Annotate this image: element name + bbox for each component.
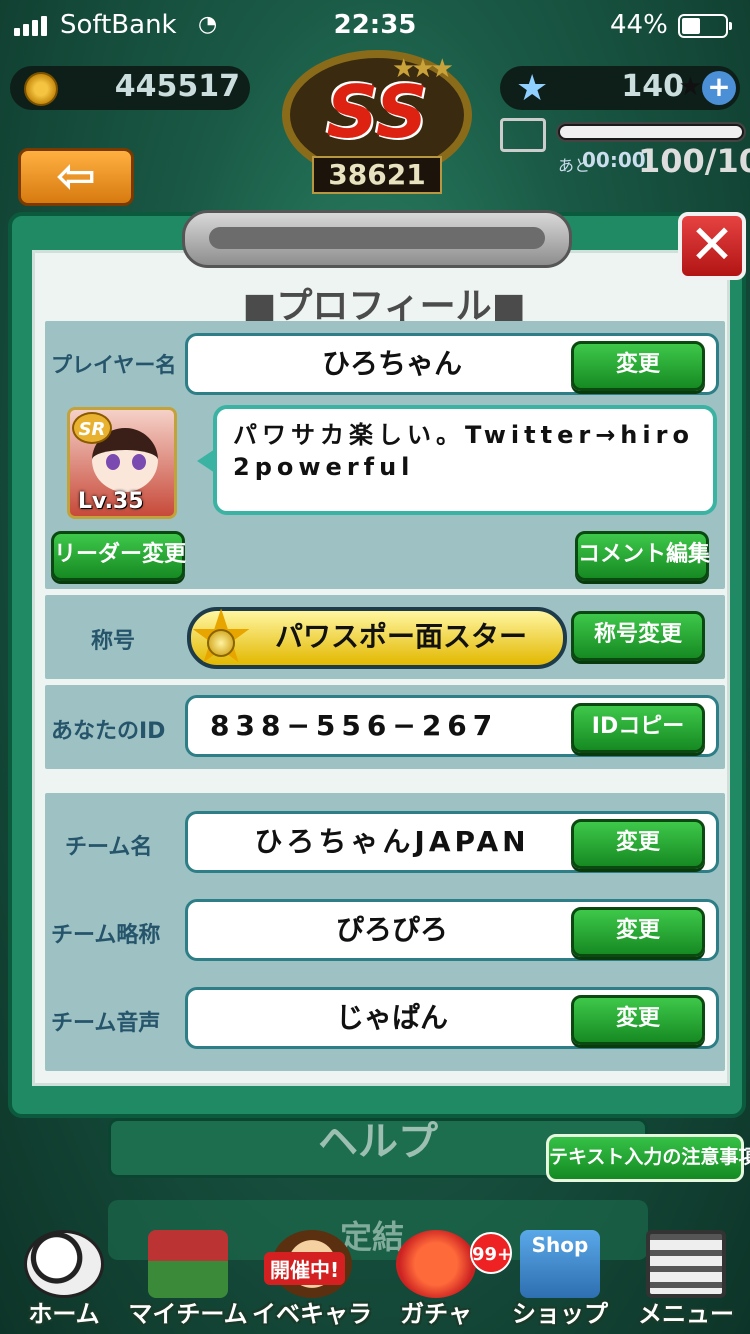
nav-my-team-label: マイチーム: [128, 1300, 248, 1328]
clipboard-clip: [182, 210, 572, 268]
stamina-icon: [500, 118, 546, 152]
shop-icon: Shop: [520, 1230, 600, 1298]
rank-label: SS: [326, 70, 428, 154]
change-team-name-button[interactable]: 変更: [571, 819, 705, 869]
nav-gacha-label: ガチャ: [400, 1300, 472, 1328]
change-player-name-button[interactable]: 変更: [571, 341, 705, 391]
back-arrow-button[interactable]: ⇦: [18, 148, 134, 206]
team-icon: [148, 1230, 228, 1298]
coin-value: 445517: [114, 69, 240, 104]
title-label: 称号: [91, 629, 136, 654]
profile-modal: ■プロフィール■ プレイヤー名 ひろちゃん 変更 SR Lv.35 パワサカ楽し…: [8, 210, 746, 1118]
player-profile-section: プレイヤー名 ひろちゃん 変更 SR Lv.35 パワサカ楽しい。Twitter…: [45, 321, 725, 589]
leader-avatar[interactable]: SR Lv.35: [67, 407, 177, 519]
title-value: パワスポー面スター: [275, 620, 528, 653]
character-eye: [106, 454, 120, 470]
star-value: 140: [621, 69, 684, 104]
change-title-button[interactable]: 称号変更: [571, 611, 705, 661]
text-input-notice-button[interactable]: テキスト入力の注意事項: [546, 1134, 750, 1182]
stamina-timer: 00:00: [582, 148, 646, 172]
user-id-label: あなたのID: [51, 719, 166, 744]
nav-event-characters-label: イベキャラ: [252, 1300, 372, 1328]
team-name-label: チーム名: [65, 835, 153, 860]
user-id-section: あなたのID 838−556−267 IDコピー: [45, 685, 725, 769]
add-stars-button[interactable]: +: [702, 71, 736, 105]
soccer-ball-icon: [24, 1230, 104, 1298]
coin-counter: 445517: [10, 66, 250, 110]
dark-star-icon: ★: [678, 72, 702, 102]
gacha-count-badge: 99+: [470, 1232, 512, 1274]
rank-score: 38621: [312, 156, 442, 194]
change-team-short-name-button[interactable]: 変更: [571, 907, 705, 957]
user-id-value: 838−556−267: [210, 709, 499, 742]
menu-icon: [646, 1230, 726, 1298]
coin-icon: [24, 72, 58, 106]
stamina-panel: あと 00:00 100/100: [500, 116, 750, 182]
profile-sheet: ■プロフィール■ プレイヤー名 ひろちゃん 変更 SR Lv.35 パワサカ楽し…: [32, 250, 730, 1086]
title-section: 称号 ★ パワスポー面スター 称号変更: [45, 595, 725, 679]
nav-home[interactable]: ホーム: [4, 1230, 124, 1334]
back-arrow-icon: ⇦: [55, 148, 97, 204]
team-voice-label: チーム音声: [51, 1011, 161, 1036]
star-counter: ★ 140 ★ +: [500, 66, 740, 110]
title-badge: ★ パワスポー面スター: [187, 600, 567, 674]
team-voice-value: じゃぱん: [335, 1001, 448, 1034]
nav-shop-label: ショップ: [512, 1300, 608, 1328]
sr-rarity-badge: SR: [72, 412, 112, 444]
battery-icon: [678, 14, 732, 38]
nav-shop[interactable]: Shop ショップ: [500, 1230, 620, 1334]
character-eye: [132, 454, 146, 470]
team-short-name-value: ぴろぴろ: [335, 913, 448, 946]
star-ball-icon: ★: [185, 600, 257, 674]
team-section: チーム名 ひろちゃんJAPAN 変更 チーム略称 ぴろぴろ 変更 チーム音声 じ…: [45, 793, 725, 1071]
battery-percent: 44%: [610, 10, 668, 40]
blue-star-icon: ★: [516, 68, 549, 109]
team-short-name-label: チーム略称: [51, 923, 161, 948]
edit-comment-button[interactable]: コメント編集: [575, 531, 710, 581]
nav-menu[interactable]: メニュー: [626, 1230, 746, 1334]
nav-menu-label: メニュー: [638, 1300, 734, 1328]
player-name-label: プレイヤー名: [51, 353, 177, 377]
stamina-count: 100/100: [638, 142, 750, 180]
player-name-value: ひろちゃん: [321, 347, 462, 380]
team-name-value: ひろちゃんJAPAN: [254, 825, 530, 858]
bottom-nav: ホーム マイチーム イベキャラ ガチャ Shop ショップ メニュー: [0, 1230, 750, 1334]
rank-stars-icon: ★★★: [392, 54, 454, 84]
close-icon: ✕: [689, 213, 735, 276]
nav-home-label: ホーム: [28, 1300, 100, 1328]
copy-id-button[interactable]: IDコピー: [571, 703, 705, 753]
rank-emblem[interactable]: SS ★★★ 38621: [262, 40, 492, 200]
change-leader-button[interactable]: リーダー変更: [51, 531, 186, 581]
nav-my-team[interactable]: マイチーム: [128, 1230, 248, 1334]
close-button[interactable]: ✕: [678, 212, 746, 280]
change-team-voice-button[interactable]: 変更: [571, 995, 705, 1045]
stamina-bar: [556, 122, 746, 142]
event-active-badge: 開催中!: [264, 1252, 346, 1285]
gacha-icon: [396, 1230, 476, 1298]
leader-level: Lv.35: [78, 489, 144, 514]
comment-bubble: パワサカ楽しい。Twitter→hiro2powerful: [197, 405, 717, 515]
help-label: ヘルプ: [318, 1119, 438, 1165]
